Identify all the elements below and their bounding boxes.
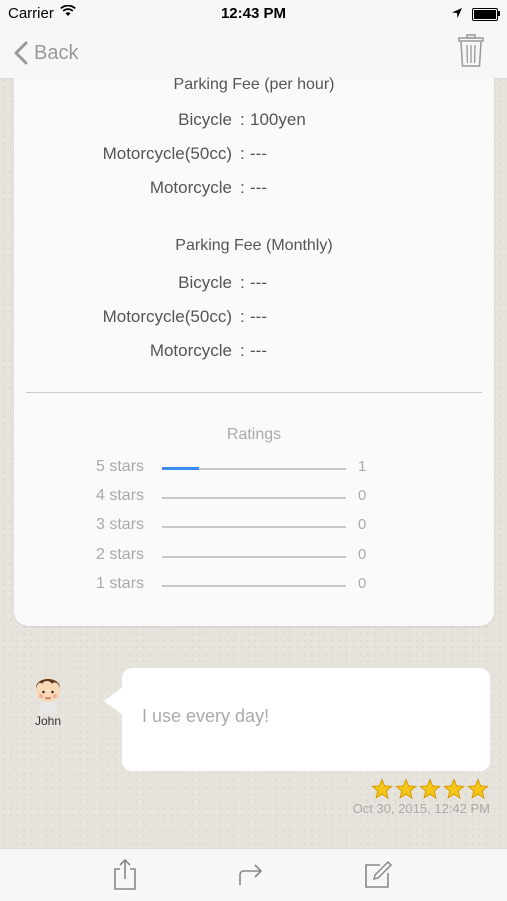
rating-row: 3 stars 0 [14,516,494,536]
star-icon [371,778,395,800]
share-icon [114,858,136,890]
rating-count: 1 [358,458,367,475]
bottom-toolbar [0,848,507,901]
fee-colon: : [240,144,245,163]
review-date: Oct 30, 2015, 12:42 PM [352,801,490,816]
rating-count: 0 [358,487,367,504]
ratings-title: Ratings [226,426,282,443]
share-button[interactable] [110,857,140,896]
rating-label: 4 stars [96,487,145,504]
fee-label: Motorcycle [149,178,232,197]
rating-bar [162,467,346,470]
fee-label: Bicycle [178,110,232,129]
star-icon [467,778,491,800]
monthly-fee-row: Motorcycle : --- [14,341,494,365]
trash-icon [458,34,484,67]
back-button[interactable]: Back [14,38,78,68]
user-avatar[interactable] [30,670,66,714]
location-arrow-icon [451,6,463,23]
rating-row: 1 stars 0 [14,575,494,595]
rating-label: 1 stars [96,575,145,592]
compose-icon [365,860,393,888]
fee-colon: : [240,273,245,292]
hourly-fee-title: Parking Fee (per hour) [173,76,335,93]
fee-colon: : [240,178,245,197]
fee-label: Motorcycle [149,341,232,360]
fee-colon: : [240,307,245,326]
fee-value: 100yen [250,110,306,129]
review-stars [371,778,491,800]
fee-label: Bicycle [178,273,232,292]
status-bar: Carrier 12:43 PM [0,0,507,28]
hourly-fee-row: Bicycle : 100yen [14,110,494,134]
rating-bar [162,585,346,587]
navigation-bar: Back [0,28,507,79]
fee-value: --- [250,341,267,360]
monthly-fee-title: Parking Fee (Monthly) [175,237,333,254]
rating-count: 0 [358,575,367,592]
battery-icon [472,8,498,21]
monthly-fee-row: Motorcycle(50cc) : --- [14,307,494,331]
rating-row: 5 stars 1 [14,458,494,478]
hourly-fee-row: Motorcycle(50cc) : --- [14,144,494,168]
rating-count: 0 [358,546,367,563]
parking-info-card: Parking Fee (per hour) Bicycle : 100yen … [14,76,494,626]
fee-label: Motorcycle(50cc) [102,144,232,163]
review-text: I use every day! [142,706,270,726]
rating-label: 5 stars [96,458,145,475]
rating-bar [162,526,346,528]
rating-bar-fill [162,467,199,470]
fee-value: --- [250,178,267,197]
star-icon [443,778,467,800]
status-time: 12:43 PM [220,5,287,22]
forward-button[interactable] [236,857,266,896]
fee-label: Motorcycle(50cc) [102,307,232,326]
compose-button[interactable] [362,857,394,896]
rating-bar [162,497,346,499]
rating-label: 3 stars [96,516,145,533]
rating-row: 4 stars 0 [14,487,494,507]
monthly-fee-row: Bicycle : --- [14,273,494,297]
rating-label: 2 stars [96,546,145,563]
rating-row: 2 stars 0 [14,546,494,566]
fee-value: --- [250,144,267,163]
rating-bar [162,556,346,558]
fee-value: --- [250,307,267,326]
rating-count: 0 [358,516,367,533]
speech-bubble-tail [104,686,124,716]
fee-colon: : [240,110,245,129]
fee-colon: : [240,341,245,360]
star-icon [419,778,443,800]
star-icon [395,778,419,800]
fee-value: --- [250,273,267,292]
review-bubble: I use every day! [122,668,490,771]
trash-button[interactable] [457,34,485,73]
back-label: Back [34,41,79,64]
chevron-left-icon [14,41,28,65]
forward-icon [239,864,263,885]
battery-tip [498,11,500,16]
hourly-fee-row: Motorcycle : --- [14,178,494,202]
review-user-name: John [34,714,62,728]
section-divider [26,392,482,393]
